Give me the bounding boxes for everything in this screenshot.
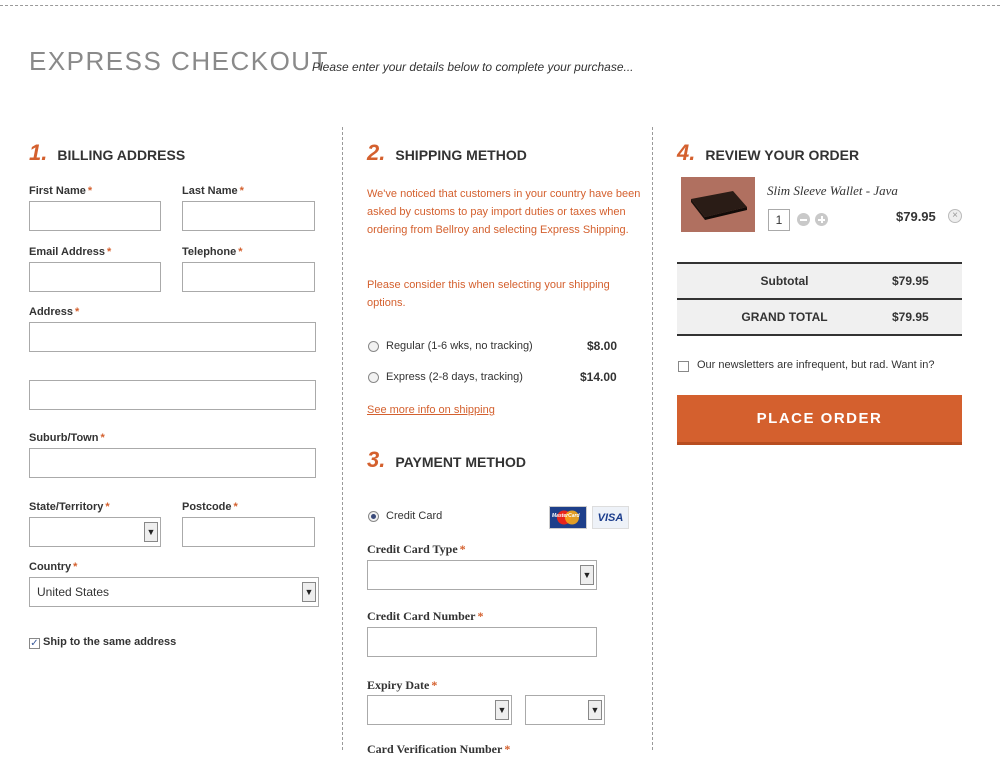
credit-card-radio[interactable] bbox=[368, 511, 379, 522]
chevron-down-icon[interactable]: ▼ bbox=[302, 582, 316, 602]
minus-icon[interactable] bbox=[797, 213, 810, 226]
suburb-input[interactable] bbox=[29, 448, 316, 478]
card-type-label: Credit Card Type * bbox=[367, 542, 466, 556]
grand-total-row: GRAND TOTAL $79.95 bbox=[677, 298, 962, 334]
chevron-down-icon[interactable]: ▼ bbox=[144, 522, 158, 542]
payment-section-header: 3. PAYMENT METHOD bbox=[367, 447, 526, 473]
first-name-input[interactable] bbox=[29, 201, 161, 231]
newsletter-checkbox[interactable] bbox=[678, 361, 689, 372]
shipping-regular-radio[interactable] bbox=[368, 341, 379, 352]
required-marker: * bbox=[105, 501, 110, 513]
chevron-down-icon[interactable]: ▼ bbox=[580, 565, 594, 585]
shipping-section-title: SHIPPING METHOD bbox=[395, 147, 527, 163]
product-price: $79.95 bbox=[896, 209, 936, 224]
required-marker: * bbox=[459, 542, 466, 556]
subtotal-row: Subtotal $79.95 bbox=[677, 264, 962, 298]
page-subtitle: Please enter your details below to compl… bbox=[312, 60, 634, 74]
billing-section-title: BILLING ADDRESS bbox=[57, 147, 186, 163]
expiry-month-select[interactable]: ▼ bbox=[367, 695, 512, 725]
required-marker: * bbox=[431, 678, 438, 692]
shipping-express-label: Express (2-8 days, tracking) bbox=[386, 371, 523, 383]
place-order-button[interactable]: PLACE ORDER bbox=[677, 395, 962, 445]
shipping-info-link[interactable]: See more info on shipping bbox=[367, 404, 495, 416]
card-type-select[interactable]: ▼ bbox=[367, 560, 597, 590]
mastercard-text: MasterCard bbox=[552, 513, 580, 519]
ship-same-checkbox[interactable]: ✓ bbox=[29, 638, 40, 649]
shipping-section-number: 2. bbox=[367, 140, 386, 165]
address-line2-input[interactable] bbox=[29, 380, 316, 410]
required-marker: * bbox=[75, 306, 80, 318]
chevron-down-icon[interactable]: ▼ bbox=[495, 700, 509, 720]
postcode-input[interactable] bbox=[182, 517, 315, 547]
shipping-express-price: $14.00 bbox=[580, 370, 617, 384]
mastercard-icon: MasterCard bbox=[549, 506, 587, 529]
required-marker: * bbox=[233, 501, 238, 513]
grand-total-label: GRAND TOTAL bbox=[741, 310, 828, 324]
shipping-express-radio[interactable] bbox=[368, 372, 379, 383]
last-name-label: Last Name * bbox=[182, 185, 244, 197]
column-divider bbox=[342, 127, 343, 750]
subtotal-label: Subtotal bbox=[760, 274, 809, 288]
address-label: Address * bbox=[29, 306, 80, 318]
payment-section-number: 3. bbox=[367, 447, 386, 472]
top-dashed-rule bbox=[0, 5, 1000, 6]
customs-notice: We've noticed that customers in your cou… bbox=[367, 188, 641, 236]
shipping-regular-label: Regular (1-6 wks, no tracking) bbox=[386, 340, 533, 352]
billing-section-header: 1. BILLING ADDRESS bbox=[29, 140, 185, 166]
ship-same-label: Ship to the same address bbox=[43, 636, 177, 648]
suburb-label: Suburb/Town * bbox=[29, 432, 105, 444]
grand-total-value: $79.95 bbox=[892, 310, 929, 324]
telephone-label: Telephone * bbox=[182, 246, 243, 258]
plus-icon[interactable] bbox=[815, 213, 828, 226]
page-title: EXPRESS CHECKOUT bbox=[29, 46, 329, 76]
shipping-section-header: 2. SHIPPING METHOD bbox=[367, 140, 527, 166]
chevron-down-icon[interactable]: ▼ bbox=[588, 700, 602, 720]
state-label: State/Territory * bbox=[29, 501, 110, 513]
shipping-advice: Please consider this when selecting your… bbox=[367, 279, 610, 309]
country-label: Country * bbox=[29, 561, 78, 573]
required-marker: * bbox=[73, 561, 78, 573]
column-divider bbox=[652, 127, 653, 750]
required-marker: * bbox=[107, 246, 112, 258]
wallet-image bbox=[681, 177, 755, 232]
review-section-number: 4. bbox=[677, 140, 696, 165]
shipping-regular-price: $8.00 bbox=[587, 339, 618, 353]
required-marker: * bbox=[238, 246, 243, 258]
address-line1-input[interactable] bbox=[29, 322, 316, 352]
order-totals-table: Subtotal $79.95 GRAND TOTAL $79.95 bbox=[677, 262, 962, 336]
credit-card-label: Credit Card bbox=[386, 510, 443, 522]
visa-icon: VISA bbox=[592, 506, 629, 529]
review-section-title: REVIEW YOUR ORDER bbox=[705, 147, 860, 163]
card-number-label: Credit Card Number * bbox=[367, 609, 484, 623]
expiry-year-select[interactable]: ▼ bbox=[525, 695, 605, 725]
product-thumbnail bbox=[681, 177, 755, 232]
newsletter-label: Our newsletters are infrequent, but rad.… bbox=[697, 359, 935, 371]
billing-section-number: 1. bbox=[29, 140, 48, 165]
last-name-input[interactable] bbox=[182, 201, 315, 231]
state-select[interactable]: ▼ bbox=[29, 517, 161, 547]
email-label: Email Address * bbox=[29, 246, 112, 258]
product-name: Slim Sleeve Wallet - Java bbox=[767, 183, 898, 198]
required-marker: * bbox=[239, 185, 244, 197]
telephone-input[interactable] bbox=[182, 262, 315, 292]
country-select-value: United States bbox=[37, 585, 110, 599]
remove-item-icon[interactable]: × bbox=[948, 209, 962, 223]
required-marker: * bbox=[477, 609, 484, 623]
subtotal-value: $79.95 bbox=[892, 274, 929, 288]
card-number-input[interactable] bbox=[367, 627, 597, 657]
payment-section-title: PAYMENT METHOD bbox=[395, 454, 527, 470]
required-marker: * bbox=[87, 185, 93, 197]
first-name-label: First Name * bbox=[29, 185, 93, 197]
required-marker: * bbox=[100, 432, 105, 444]
expiry-label: Expiry Date * bbox=[367, 678, 438, 692]
postcode-label: Postcode * bbox=[182, 501, 238, 513]
country-select[interactable]: United States ▼ bbox=[29, 577, 319, 607]
quantity-input[interactable]: 1 bbox=[768, 209, 790, 231]
review-section-header: 4. REVIEW YOUR ORDER bbox=[677, 140, 859, 166]
email-input[interactable] bbox=[29, 262, 161, 292]
required-marker: * bbox=[504, 742, 511, 756]
visa-text: VISA bbox=[597, 511, 624, 524]
